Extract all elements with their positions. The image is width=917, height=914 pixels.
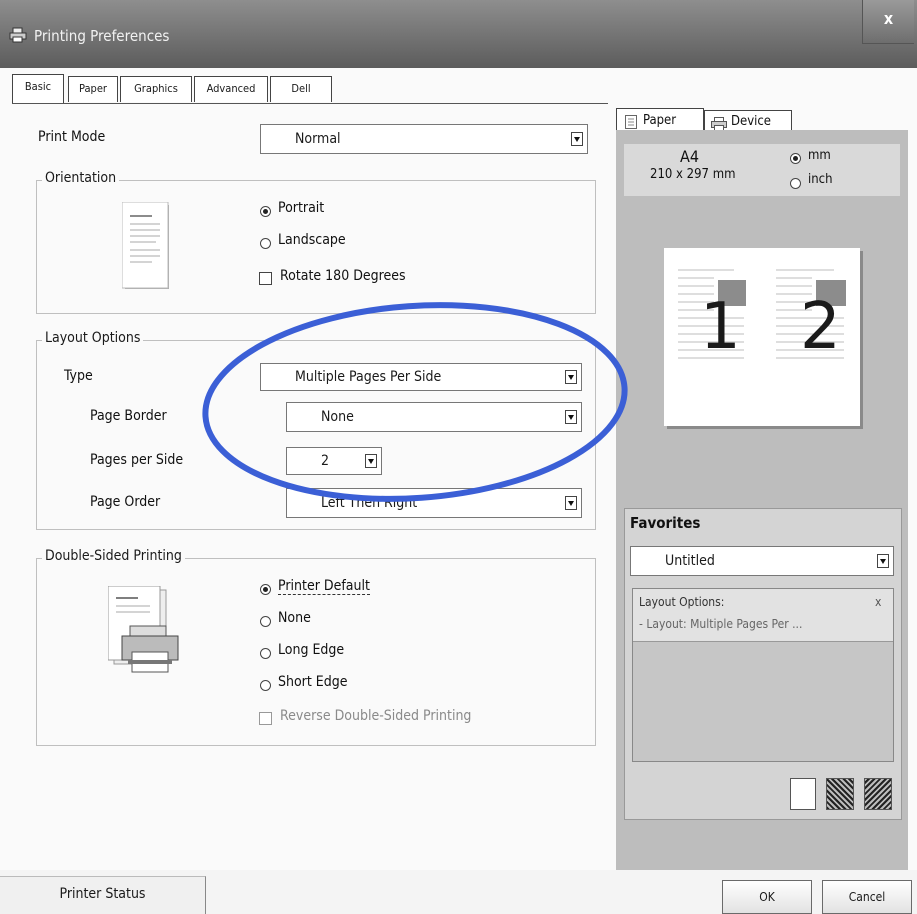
unit-mm-radio[interactable] [790, 153, 801, 164]
close-button[interactable]: x [862, 0, 914, 44]
rotate-180-label[interactable]: Rotate 180 Degrees [280, 268, 406, 284]
reverse-duplex-label[interactable]: Reverse Double-Sided Printing [280, 708, 471, 724]
print-mode-select[interactable]: Normal [260, 124, 588, 154]
unit-mm-label[interactable]: mm [808, 148, 831, 163]
tab-graphics[interactable]: Graphics [120, 76, 192, 102]
favorites-summary-item: - Layout: Multiple Pages Per ... [639, 617, 803, 631]
pages-per-side-label: Pages per Side [90, 452, 184, 468]
chevron-down-icon[interactable] [571, 132, 583, 146]
tab-panel-border [12, 103, 608, 104]
printer-default-label[interactable]: Printer Default [278, 578, 370, 595]
favorites-select[interactable]: Untitled [630, 546, 894, 576]
duplex-none-radio[interactable] [260, 616, 271, 627]
favorites-value: Untitled [665, 553, 715, 569]
paper-dims-label: 210 x 297 mm [650, 167, 736, 182]
tab-basic[interactable]: Basic [12, 74, 64, 104]
page-preview: 1 2 [664, 248, 860, 426]
short-edge-label[interactable]: Short Edge [278, 674, 348, 690]
annotation-ellipse [202, 302, 628, 502]
long-edge-label[interactable]: Long Edge [278, 642, 344, 658]
page-order-label: Page Order [90, 494, 161, 510]
portrait-label[interactable]: Portrait [278, 200, 324, 216]
printer-default-radio[interactable] [260, 584, 271, 595]
short-edge-radio[interactable] [260, 680, 271, 691]
long-edge-radio[interactable] [260, 648, 271, 659]
duplex-printer-icon [107, 585, 188, 678]
reverse-duplex-checkbox[interactable] [259, 712, 272, 725]
double-sided-title: Double-Sided Printing [42, 548, 185, 564]
ok-button[interactable]: OK [722, 880, 812, 914]
favorites-pattern-icon-2[interactable] [864, 778, 892, 810]
layout-options-title: Layout Options [42, 330, 144, 346]
unit-inch-radio[interactable] [790, 178, 801, 189]
paper-size-label: A4 [680, 147, 699, 166]
print-mode-value: Normal [295, 131, 341, 147]
close-icon[interactable]: x [875, 595, 881, 609]
orientation-title: Orientation [42, 170, 120, 186]
tab-paper[interactable]: Paper [68, 76, 118, 102]
type-label: Type [64, 368, 93, 384]
cancel-button[interactable]: Cancel [822, 880, 912, 914]
printer-icon [9, 27, 27, 43]
page-border-label: Page Border [90, 408, 167, 424]
printer-status-button[interactable]: Printer Status [0, 876, 206, 914]
print-mode-label: Print Mode [38, 129, 106, 145]
chevron-down-icon[interactable] [877, 554, 889, 568]
tab-preview-device-label: Device [731, 114, 772, 129]
favorites-save-icon[interactable] [790, 778, 816, 810]
unit-inch-label[interactable]: inch [808, 172, 833, 187]
rotate-180-checkbox[interactable] [259, 272, 272, 285]
favorites-summary-title: Layout Options: [639, 595, 725, 609]
page-number-1: 1 [700, 290, 741, 364]
landscape-radio[interactable] [260, 238, 271, 249]
tab-advanced[interactable]: Advanced [194, 76, 268, 102]
favorites-pattern-icon[interactable] [826, 778, 854, 810]
duplex-none-label[interactable]: None [278, 610, 311, 626]
portrait-page-icon [121, 201, 174, 292]
tab-dell[interactable]: Dell [270, 76, 332, 102]
tab-preview-paper-label: Paper [643, 113, 677, 128]
favorites-title: Favorites [630, 514, 701, 532]
landscape-label[interactable]: Landscape [278, 232, 346, 248]
window-title: Printing Preferences [34, 27, 170, 45]
favorites-summary-box: Layout Options: x - Layout: Multiple Pag… [632, 588, 894, 762]
printing-preferences-window: Printing Preferences x Basic Paper Graph… [0, 0, 917, 914]
page-number-2: 2 [800, 290, 841, 364]
paper-icon [625, 114, 637, 129]
printer-icon [711, 116, 727, 131]
portrait-radio[interactable] [260, 206, 271, 217]
